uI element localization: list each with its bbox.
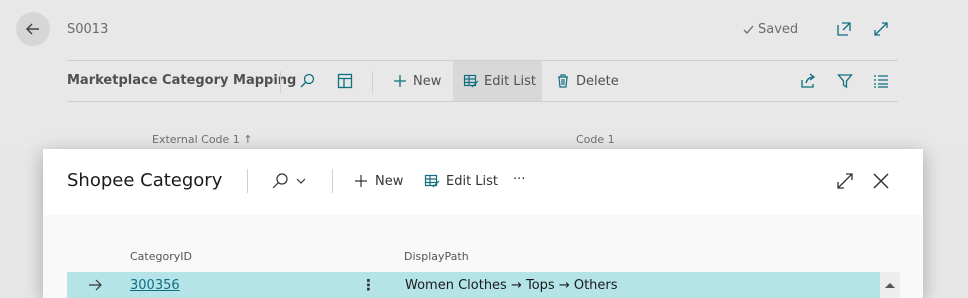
search-icon: [272, 173, 288, 189]
bg-edit-list-button[interactable]: Edit List: [453, 61, 542, 101]
search-icon[interactable]: [299, 73, 315, 89]
share-icon[interactable]: [800, 73, 816, 89]
trash-icon: [558, 74, 568, 88]
dialog-header: Shopee Category New Edit List ···: [43, 149, 923, 215]
dialog-divider: [247, 169, 248, 193]
toolbar-divider: [372, 71, 373, 93]
table-row[interactable]: 300356 ⋮ Women Clothes → Tops → Others: [67, 272, 880, 298]
bg-new-button[interactable]: New: [392, 61, 441, 101]
expand-icon[interactable]: [872, 20, 890, 38]
dialog-new-label: New: [375, 173, 404, 189]
row-arrow-icon: [89, 279, 102, 291]
more-options-button[interactable]: ···: [513, 167, 525, 191]
column-header-code[interactable]: Code 1: [576, 133, 615, 146]
bg-edit-list-label: Edit List: [484, 73, 537, 89]
scroll-up-icon[interactable]: [884, 281, 896, 289]
scrollbar[interactable]: [880, 272, 900, 298]
bg-new-label: New: [413, 73, 442, 89]
background-toolbar: Marketplace Category Mapping New Edit Li…: [67, 60, 898, 102]
display-path-cell: Women Clothes → Tops → Others: [405, 278, 618, 293]
expand-icon[interactable]: [835, 171, 855, 191]
plus-icon: [355, 175, 367, 187]
more-options-label: ···: [513, 171, 526, 187]
dialog-edit-list-label: Edit List: [446, 173, 499, 189]
plus-icon: [394, 75, 406, 87]
saved-status: Saved: [742, 22, 798, 37]
filter-icon[interactable]: [837, 73, 853, 89]
chevron-down-icon: [296, 178, 306, 184]
column-header-external-code[interactable]: External Code 1 ↑: [152, 133, 253, 146]
close-icon[interactable]: [871, 171, 891, 191]
column-header-category-id[interactable]: CategoryID: [130, 250, 192, 263]
edit-list-icon: [463, 74, 479, 88]
dialog-divider: [332, 169, 333, 193]
column-header-display-path[interactable]: DisplayPath: [404, 250, 469, 263]
toolbar-divider: [280, 71, 281, 93]
edit-list-icon: [424, 174, 440, 188]
record-id: S0013: [67, 22, 109, 37]
lookup-dialog: Shopee Category New Edit List ··· Catego…: [43, 149, 923, 298]
dialog-title: Shopee Category: [67, 170, 223, 191]
dialog-new-button[interactable]: New: [353, 169, 403, 193]
back-arrow-icon: [25, 23, 39, 35]
bg-delete-button[interactable]: Delete: [555, 61, 619, 101]
category-id-cell[interactable]: 300356: [130, 278, 180, 293]
bg-delete-label: Delete: [576, 73, 619, 89]
open-new-window-icon[interactable]: [835, 20, 853, 38]
back-button[interactable]: [16, 12, 50, 46]
page-title: Marketplace Category Mapping: [67, 73, 297, 88]
list-icon[interactable]: [873, 73, 889, 89]
saved-label: Saved: [758, 22, 799, 37]
check-icon: [743, 25, 754, 34]
dialog-search-button[interactable]: [271, 169, 307, 193]
row-actions-button[interactable]: ⋮: [361, 276, 376, 294]
layout-icon[interactable]: [337, 73, 353, 89]
dialog-edit-list-button[interactable]: Edit List: [424, 169, 498, 193]
